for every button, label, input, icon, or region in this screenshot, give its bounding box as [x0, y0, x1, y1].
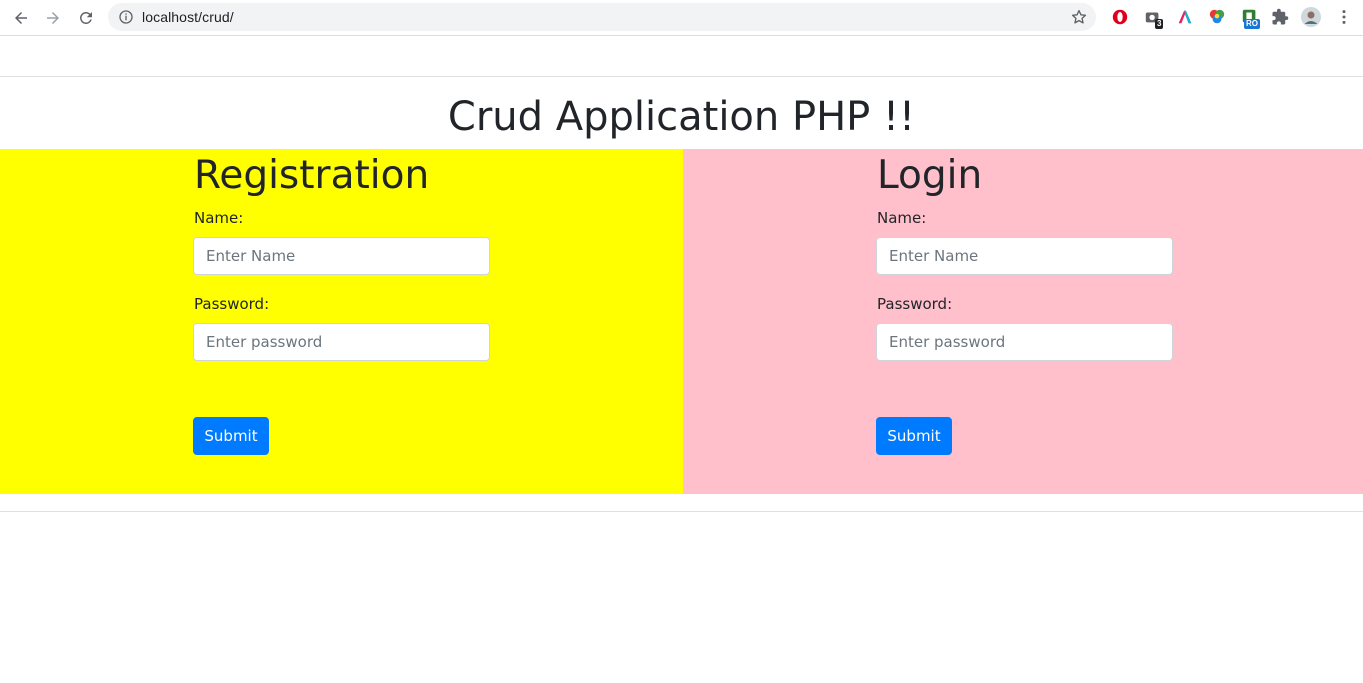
- menu-kebab-icon[interactable]: [1334, 7, 1354, 27]
- arrow-right-icon: [47, 12, 59, 24]
- registration-password-label: Password:: [194, 295, 270, 313]
- reload-icon: [80, 12, 92, 24]
- browser-toolbar: localhost/crud/ 3 RO: [0, 0, 1363, 36]
- ro-extension-icon[interactable]: RO: [1240, 7, 1260, 29]
- login-name-label: Name:: [877, 209, 927, 227]
- color-picker-extension-icon[interactable]: [1207, 7, 1227, 27]
- arrow-left-icon: [15, 12, 27, 24]
- login-name-input[interactable]: [876, 237, 1173, 275]
- top-divider: [0, 76, 1363, 77]
- login-panel: Login Name: Password: Submit: [683, 149, 1363, 494]
- info-icon[interactable]: [118, 9, 134, 25]
- login-submit-button[interactable]: Submit: [876, 417, 952, 455]
- extensions-puzzle-icon[interactable]: [1270, 7, 1290, 27]
- opera-extension-icon[interactable]: [1110, 7, 1130, 27]
- address-bar[interactable]: localhost/crud/: [108, 3, 1096, 31]
- camera-extension-icon[interactable]: 3: [1143, 7, 1164, 29]
- registration-panel: Registration Name: Password: Submit: [0, 149, 683, 494]
- registration-password-input[interactable]: [193, 323, 490, 361]
- page-title: Crud Application PHP !!: [447, 94, 916, 140]
- url-text: localhost/crud/: [142, 9, 234, 25]
- login-password-label: Password:: [877, 295, 953, 313]
- reload-button[interactable]: [73, 5, 99, 31]
- extension-badge-count: 3: [1155, 19, 1164, 29]
- login-password-input[interactable]: [876, 323, 1173, 361]
- back-button[interactable]: [8, 5, 34, 31]
- extension-badge-ro: RO: [1244, 19, 1260, 29]
- registration-name-label: Name:: [194, 209, 244, 227]
- registration-name-input[interactable]: [193, 237, 490, 275]
- registration-submit-button[interactable]: Submit: [193, 417, 269, 455]
- forward-button[interactable]: [40, 5, 66, 31]
- bookmark-star-icon[interactable]: [1070, 8, 1088, 26]
- registration-heading: Registration: [194, 153, 430, 198]
- profile-avatar[interactable]: [1301, 7, 1321, 27]
- login-heading: Login: [877, 153, 983, 198]
- arc-extension-icon[interactable]: [1175, 7, 1195, 27]
- bottom-divider: [0, 511, 1363, 512]
